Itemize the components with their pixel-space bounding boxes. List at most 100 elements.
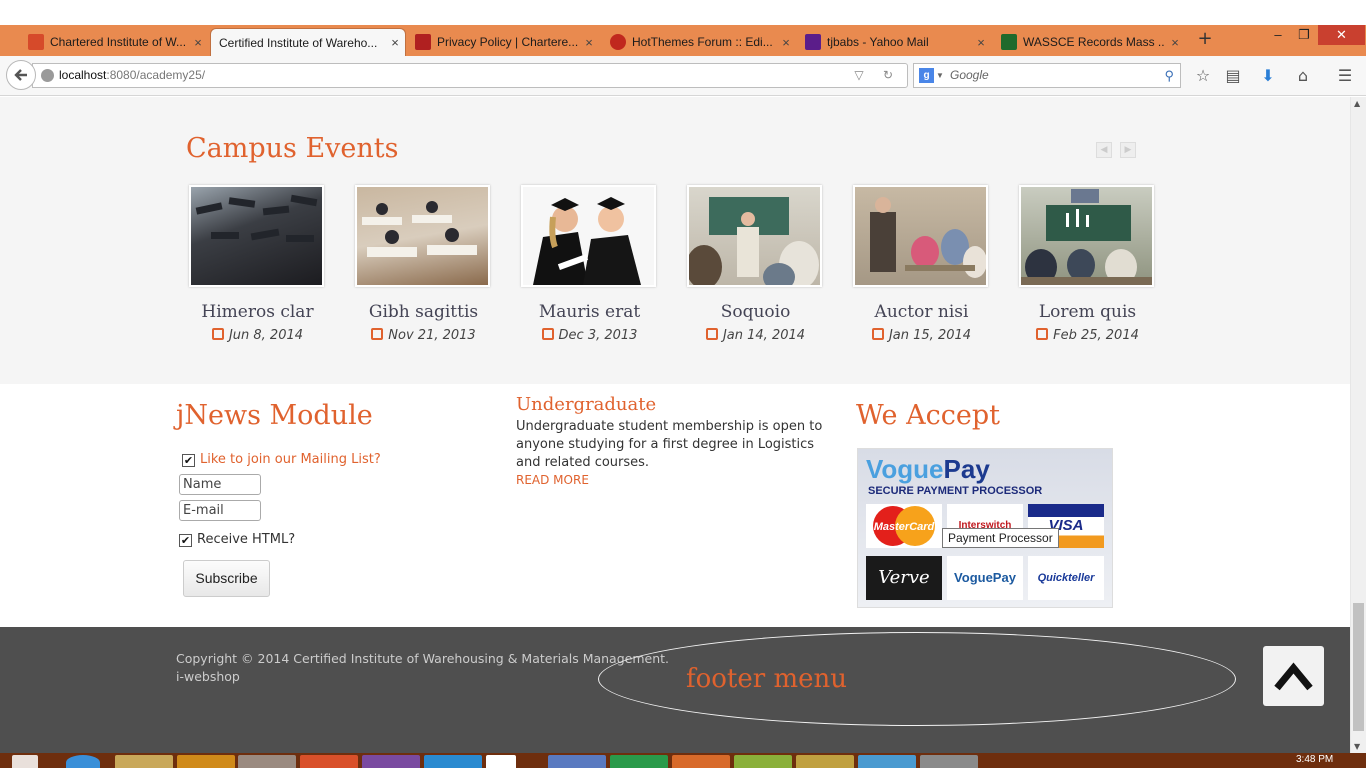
menu-icon[interactable]: ☰	[1334, 65, 1356, 87]
event-date: Jun 8, 2014	[189, 328, 326, 343]
event-date: Jan 15, 2014	[853, 328, 990, 343]
subscribe-button[interactable]: Subscribe	[183, 560, 270, 597]
event-title[interactable]: Auctor nisi	[853, 302, 990, 322]
voguepay-logo: VoguePay	[866, 454, 990, 484]
reload-icon[interactable]: ▽ ↻	[854, 64, 901, 87]
quickteller-logo: Quickteller	[1028, 556, 1104, 600]
carousel-prev-button[interactable]: ◀	[1096, 142, 1112, 158]
tab-wassce-records[interactable]: WASSCE Records Mass ... ×	[993, 28, 1185, 56]
download-icon[interactable]: ⬇	[1257, 65, 1279, 87]
tab-label: tjbabs - Yahoo Mail	[827, 35, 929, 49]
search-icon[interactable]: ⚲	[1164, 64, 1174, 87]
tab-close-icon[interactable]: ×	[188, 35, 208, 50]
tab-chartered-institute[interactable]: Chartered Institute of W... ×	[20, 28, 208, 56]
taskbar-app-icon[interactable]	[734, 755, 792, 768]
url-bar[interactable]: localhost:8080/academy25/ ▽ ↻	[32, 63, 908, 88]
event-item[interactable]: Auctor nisi Jan 15, 2014	[853, 185, 990, 343]
campus-events-title: Campus Events	[186, 133, 399, 164]
taskbar-app-icon[interactable]	[424, 755, 482, 768]
undergraduate-title[interactable]: Undergraduate	[516, 394, 656, 415]
taskbar-app-icon[interactable]	[672, 755, 730, 768]
taskbar-app-icon[interactable]	[610, 755, 668, 768]
calendar-icon	[1036, 328, 1049, 340]
minimize-button[interactable]: –	[1264, 25, 1292, 45]
event-item[interactable]: Soquoio Jan 14, 2014	[687, 185, 824, 343]
verve-logo: Verve	[866, 556, 942, 600]
event-item[interactable]: Gibh sagittis Nov 21, 2013	[355, 185, 492, 343]
event-thumbnail[interactable]	[1019, 185, 1154, 287]
event-thumbnail[interactable]	[521, 185, 656, 287]
tab-close-icon[interactable]: ×	[579, 35, 599, 50]
event-thumbnail[interactable]	[687, 185, 822, 287]
receive-html-checkbox[interactable]: ✔	[179, 534, 192, 547]
taskbar-clock[interactable]: 3:48 PM	[1296, 754, 1333, 765]
firefox-icon[interactable]	[238, 755, 296, 768]
globe-icon	[41, 69, 54, 82]
scrollbar-thumb[interactable]	[1353, 603, 1364, 731]
tab-privacy-policy[interactable]: Privacy Policy | Chartere... ×	[407, 28, 599, 56]
taskbar-app-icon[interactable]	[177, 755, 235, 768]
event-title[interactable]: Mauris erat	[521, 302, 658, 322]
favicon-icon	[415, 34, 431, 50]
taskbar-app-icon[interactable]	[548, 755, 606, 768]
tab-label: Chartered Institute of W...	[50, 35, 187, 49]
copyright-text: Copyright © 2014 Certified Institute of …	[176, 651, 670, 686]
tab-close-icon[interactable]: ×	[1165, 35, 1185, 50]
reading-list-icon[interactable]: ▤	[1222, 65, 1244, 87]
event-title[interactable]: Gibh sagittis	[355, 302, 492, 322]
chevron-up-icon	[1274, 662, 1313, 691]
window-top-strip	[0, 0, 1366, 25]
event-title[interactable]: Himeros clar	[189, 302, 326, 322]
carousel-next-button[interactable]: ▶	[1120, 142, 1136, 158]
read-more-link[interactable]: READ MORE	[516, 473, 589, 487]
event-thumbnail[interactable]	[355, 185, 490, 287]
taskbar-app-icon[interactable]	[486, 755, 516, 768]
scroll-up-icon[interactable]: ▲	[1354, 99, 1360, 108]
credit-link[interactable]: i-webshop	[176, 668, 669, 686]
dropdown-arrow-icon[interactable]: ▼	[936, 64, 944, 87]
event-item[interactable]: Lorem quis Feb 25, 2014	[1019, 185, 1156, 343]
file-explorer-icon[interactable]	[115, 755, 173, 768]
footer-menu-label: footer menu	[686, 664, 847, 694]
web-page: Campus Events ◀ ▶ Himeros clar Jun 8, 20…	[0, 97, 1350, 753]
event-date: Feb 25, 2014	[1019, 328, 1156, 343]
url-host: localhost	[59, 68, 107, 82]
page-scrollbar[interactable]: ▲ ▼	[1350, 97, 1366, 753]
mailing-list-checkbox[interactable]: ✔	[182, 454, 195, 467]
tab-close-icon[interactable]: ×	[385, 35, 405, 50]
taskbar-app-icon[interactable]	[796, 755, 854, 768]
event-thumbnail[interactable]	[853, 185, 988, 287]
internet-explorer-icon[interactable]	[66, 755, 100, 768]
mailing-list-label[interactable]: Like to join our Mailing List?	[200, 452, 381, 467]
start-button-icon[interactable]	[12, 755, 38, 768]
event-item[interactable]: Himeros clar Jun 8, 2014	[189, 185, 326, 343]
event-title[interactable]: Lorem quis	[1019, 302, 1156, 322]
bookmark-star-icon[interactable]: ☆	[1192, 65, 1214, 87]
back-to-top-button[interactable]	[1263, 646, 1324, 706]
event-item[interactable]: Mauris erat Dec 3, 2013	[521, 185, 658, 343]
taskbar-app-icon[interactable]	[920, 755, 978, 768]
payment-processor-tooltip: Payment Processor	[942, 528, 1059, 548]
tab-close-icon[interactable]: ×	[776, 35, 796, 50]
tab-certified-institute[interactable]: Certified Institute of Wareho... ×	[210, 28, 406, 56]
home-icon[interactable]: ⌂	[1292, 65, 1314, 87]
taskbar-app-icon[interactable]	[362, 755, 420, 768]
taskbar-app-icon[interactable]	[858, 755, 916, 768]
event-title[interactable]: Soquoio	[687, 302, 824, 322]
tab-close-icon[interactable]: ×	[971, 35, 991, 50]
tab-hotthemes-forum[interactable]: HotThemes Forum :: Edi... ×	[602, 28, 796, 56]
tab-yahoo-mail[interactable]: tjbabs - Yahoo Mail ×	[797, 28, 991, 56]
favicon-icon	[28, 34, 44, 50]
email-field[interactable]: E-mail	[179, 500, 261, 521]
scroll-down-icon[interactable]: ▼	[1354, 742, 1360, 751]
window-close-button[interactable]: ✕	[1318, 25, 1365, 45]
restore-button[interactable]: ❐	[1290, 25, 1318, 45]
back-button[interactable]	[6, 60, 36, 90]
new-tab-button[interactable]: +	[1195, 28, 1215, 50]
google-icon[interactable]: g	[919, 68, 934, 83]
taskbar-app-icon[interactable]	[300, 755, 358, 768]
search-placeholder: Google	[950, 68, 989, 82]
event-thumbnail[interactable]	[189, 185, 324, 287]
name-field[interactable]: Name	[179, 474, 261, 495]
search-input[interactable]: g ▼ Google ⚲	[913, 63, 1181, 88]
